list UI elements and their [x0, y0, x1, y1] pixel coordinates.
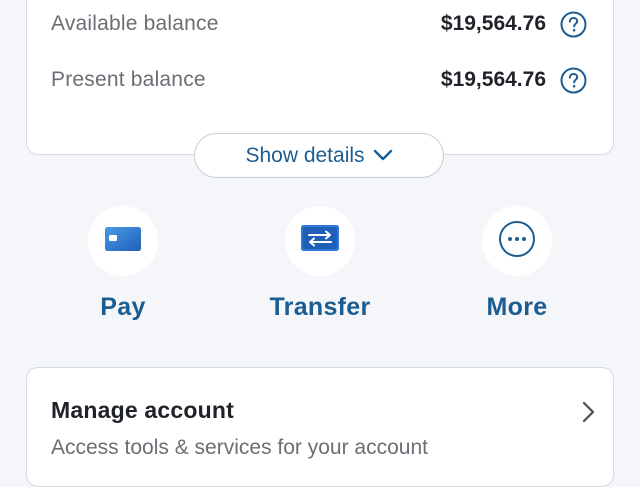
transfer-button[interactable]: Transfer: [240, 206, 400, 322]
credit-card-icon: [104, 226, 142, 257]
help-icon[interactable]: [560, 67, 587, 94]
available-balance-value: $19,564.76: [440, 12, 546, 35]
pay-icon-circle[interactable]: [88, 206, 158, 276]
present-balance-label: Present balance: [51, 68, 206, 91]
ellipsis-icon: [498, 220, 536, 263]
present-balance-row: Present balance $19,564.76: [51, 63, 587, 97]
manage-account-title: Manage account: [51, 397, 235, 423]
more-button[interactable]: More: [437, 206, 597, 322]
available-balance-label: Available balance: [51, 12, 219, 35]
pay-label: Pay: [100, 293, 146, 321]
transfer-card-icon: [300, 224, 340, 259]
manage-account-subtitle: Access tools & services for your account: [51, 436, 428, 459]
present-balance-value: $19,564.76: [440, 68, 546, 91]
more-label: More: [486, 293, 548, 321]
show-details-button[interactable]: Show details: [194, 133, 444, 178]
transfer-icon-circle[interactable]: [285, 206, 355, 276]
help-icon[interactable]: [560, 11, 587, 38]
more-icon-circle[interactable]: [482, 206, 552, 276]
show-details-label: Show details: [245, 143, 365, 167]
available-balance-row: Available balance $19,564.76: [51, 7, 587, 41]
chevron-down-icon: [373, 144, 393, 168]
manage-account-card[interactable]: Manage account Access tools & services f…: [26, 367, 614, 487]
pay-button[interactable]: Pay: [43, 206, 203, 322]
transfer-label: Transfer: [269, 293, 371, 321]
chevron-right-icon: [577, 400, 599, 424]
balance-card: Available balance $19,564.76 Present bal…: [26, 0, 614, 155]
